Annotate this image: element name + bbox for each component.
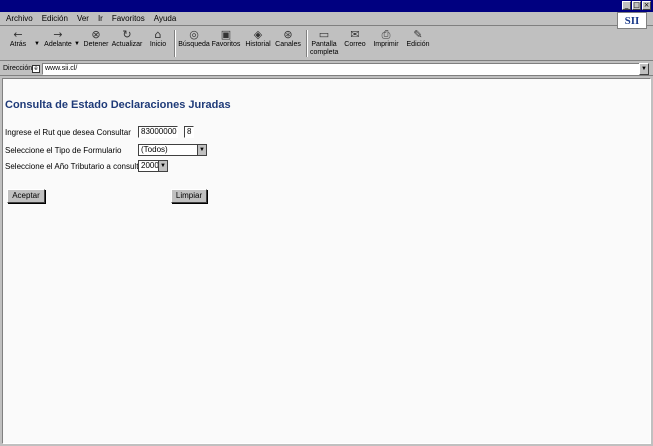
menu-favoritos[interactable]: Favoritos [112, 14, 145, 23]
refresh-button[interactable]: ↻ Actualizar [112, 28, 143, 59]
toolbar-separator [306, 30, 308, 57]
favorites-button[interactable]: ▣ Favoritos [212, 28, 241, 59]
tipo-select-value: (Todos) [141, 145, 168, 154]
mail-icon: ✉ [350, 28, 360, 41]
chevron-down-icon: ▼ [158, 161, 167, 171]
channels-button[interactable]: ⊛ Canales [275, 28, 301, 59]
fullscreen-icon: ▭ [318, 28, 330, 41]
history-button[interactable]: ◈ Historial [245, 28, 270, 59]
history-icon: ◈ [253, 28, 263, 41]
page-title: Consulta de Estado Declaraciones Juradas [5, 99, 231, 111]
stop-button[interactable]: ⊗ Detener [84, 28, 109, 59]
mail-button[interactable]: ✉ Correo [344, 29, 366, 59]
menu-archivo[interactable]: Archivo [6, 14, 33, 23]
home-icon: ⌂ [154, 28, 162, 41]
address-label: Dirección [3, 65, 33, 72]
arrow-right-icon: → [53, 28, 63, 41]
print-icon: ⎙ [381, 28, 391, 41]
menu-edicion[interactable]: Edición [42, 14, 68, 23]
toolbar-separator [174, 30, 176, 57]
anio-label: Seleccione el Año Tributario a consultar [5, 162, 146, 171]
channels-icon: ⊛ [283, 28, 293, 41]
rut-label: Ingrese el Rut que desea Consultar [5, 128, 131, 137]
title-bar: _ □ × [0, 0, 653, 12]
rut-dv-input[interactable]: 8 [184, 126, 194, 138]
address-input[interactable]: www.sii.cl/ [42, 63, 641, 75]
menu-ver[interactable]: Ver [77, 14, 89, 23]
tipo-label: Seleccione el Tipo de Formulario [5, 146, 122, 155]
page-icon: e [32, 65, 40, 73]
maximize-button[interactable]: □ [632, 1, 641, 10]
fullscreen-button[interactable]: ▭ Pantalla completa [310, 29, 338, 59]
rut-input[interactable]: 83000000 [138, 126, 178, 138]
aceptar-button[interactable]: Aceptar [7, 189, 45, 203]
back-dropdown-icon[interactable]: ▼ [34, 41, 40, 47]
address-bar: Dirección e www.sii.cl/ ▼ [0, 62, 653, 76]
stop-icon: ⊗ [91, 28, 101, 41]
toolbar: ← Atrás ▼ → Adelante ▼ ⊗ Detener ↻ Actualiza… [0, 27, 653, 61]
page-content: Consulta de Estado Declaraciones Juradas… [2, 78, 651, 444]
anio-select-value: 2000 [141, 161, 159, 170]
print-button[interactable]: ⎙ Imprimir [373, 28, 398, 59]
anio-select[interactable]: 2000 ▼ [138, 160, 168, 172]
back-button[interactable]: ← Atrás [6, 29, 30, 59]
tipo-select[interactable]: (Todos) ▼ [138, 144, 207, 156]
menu-ayuda[interactable]: Ayuda [154, 14, 177, 23]
search-icon: ◎ [189, 28, 199, 41]
favorites-icon: ▣ [220, 28, 232, 41]
arrow-left-icon: ← [13, 28, 23, 41]
home-button[interactable]: ⌂ Inicio [148, 29, 168, 59]
address-dropdown-icon[interactable]: ▼ [639, 63, 649, 75]
menu-ir[interactable]: Ir [98, 14, 103, 23]
refresh-icon: ↻ [122, 28, 132, 41]
minimize-button[interactable]: _ [622, 1, 631, 10]
search-button[interactable]: ◎ Búsqueda [178, 28, 210, 59]
edit-button[interactable]: ✎ Edición [406, 29, 430, 59]
close-button[interactable]: × [642, 1, 651, 10]
edit-icon: ✎ [413, 28, 423, 41]
menu-bar: Archivo Edición Ver Ir Favoritos Ayuda [0, 12, 653, 26]
limpiar-button[interactable]: Limpiar [171, 189, 207, 203]
chevron-down-icon: ▼ [197, 145, 206, 155]
forward-dropdown-icon[interactable]: ▼ [74, 41, 80, 47]
forward-button[interactable]: → Adelante [44, 29, 72, 59]
